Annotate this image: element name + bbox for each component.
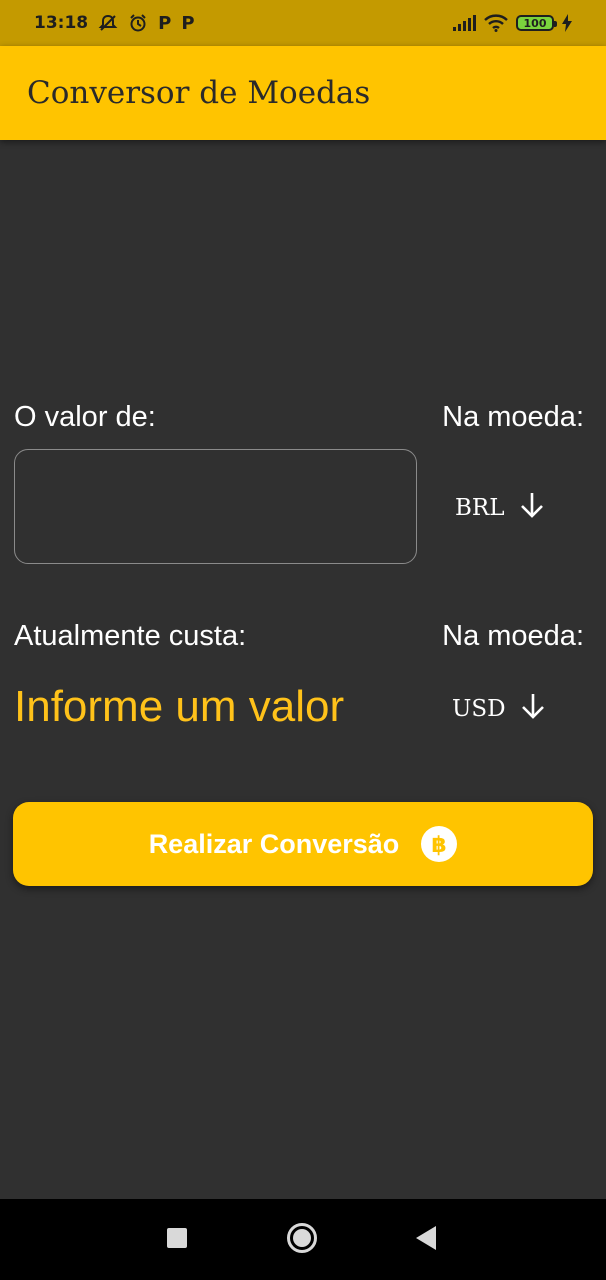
alarm-icon xyxy=(128,13,148,33)
arrow-down-icon xyxy=(520,692,546,726)
recents-button[interactable] xyxy=(166,1227,188,1254)
value-input[interactable] xyxy=(14,449,417,564)
p-app-icon: P xyxy=(181,12,195,34)
arrow-down-icon xyxy=(519,491,545,525)
bitcoin-icon: ฿ xyxy=(421,826,458,862)
app-bar: Conversor de Moedas xyxy=(0,46,606,140)
back-triangle-icon xyxy=(414,1225,438,1256)
signal-icon xyxy=(452,15,476,31)
battery-icon: 100 xyxy=(516,15,557,31)
result-label: Atualmente custa: xyxy=(14,620,247,652)
charging-icon xyxy=(562,14,572,32)
circle-icon xyxy=(286,1222,318,1259)
from-currency-label: Na moeda: xyxy=(442,401,584,433)
back-button[interactable] xyxy=(414,1225,438,1256)
status-time: 13:18 xyxy=(34,13,89,33)
status-right: 100 xyxy=(452,14,572,32)
from-currency-dropdown[interactable]: BRL xyxy=(455,491,545,525)
to-currency-dropdown[interactable]: USD xyxy=(452,692,546,726)
p-app-icon: P xyxy=(158,12,172,34)
to-currency-value: USD xyxy=(452,696,506,722)
conversion-result: Informe um valor xyxy=(14,682,345,731)
navigation-bar xyxy=(0,1199,606,1280)
value-label: O valor de: xyxy=(14,401,156,433)
status-left: 13:18 P P xyxy=(34,13,195,34)
home-button[interactable] xyxy=(286,1222,318,1259)
silent-icon xyxy=(98,13,118,33)
convert-button-label: Realizar Conversão xyxy=(148,828,400,859)
svg-text:฿: ฿ xyxy=(432,833,447,858)
square-icon xyxy=(166,1227,188,1254)
convert-button[interactable]: Realizar Conversão ฿ xyxy=(13,802,593,886)
to-currency-label: Na moeda: xyxy=(442,620,584,652)
from-currency-value: BRL xyxy=(455,495,505,521)
wifi-icon xyxy=(484,14,508,32)
page-title: Conversor de Moedas xyxy=(27,75,371,111)
status-bar: 13:18 P P 100 xyxy=(0,0,606,46)
